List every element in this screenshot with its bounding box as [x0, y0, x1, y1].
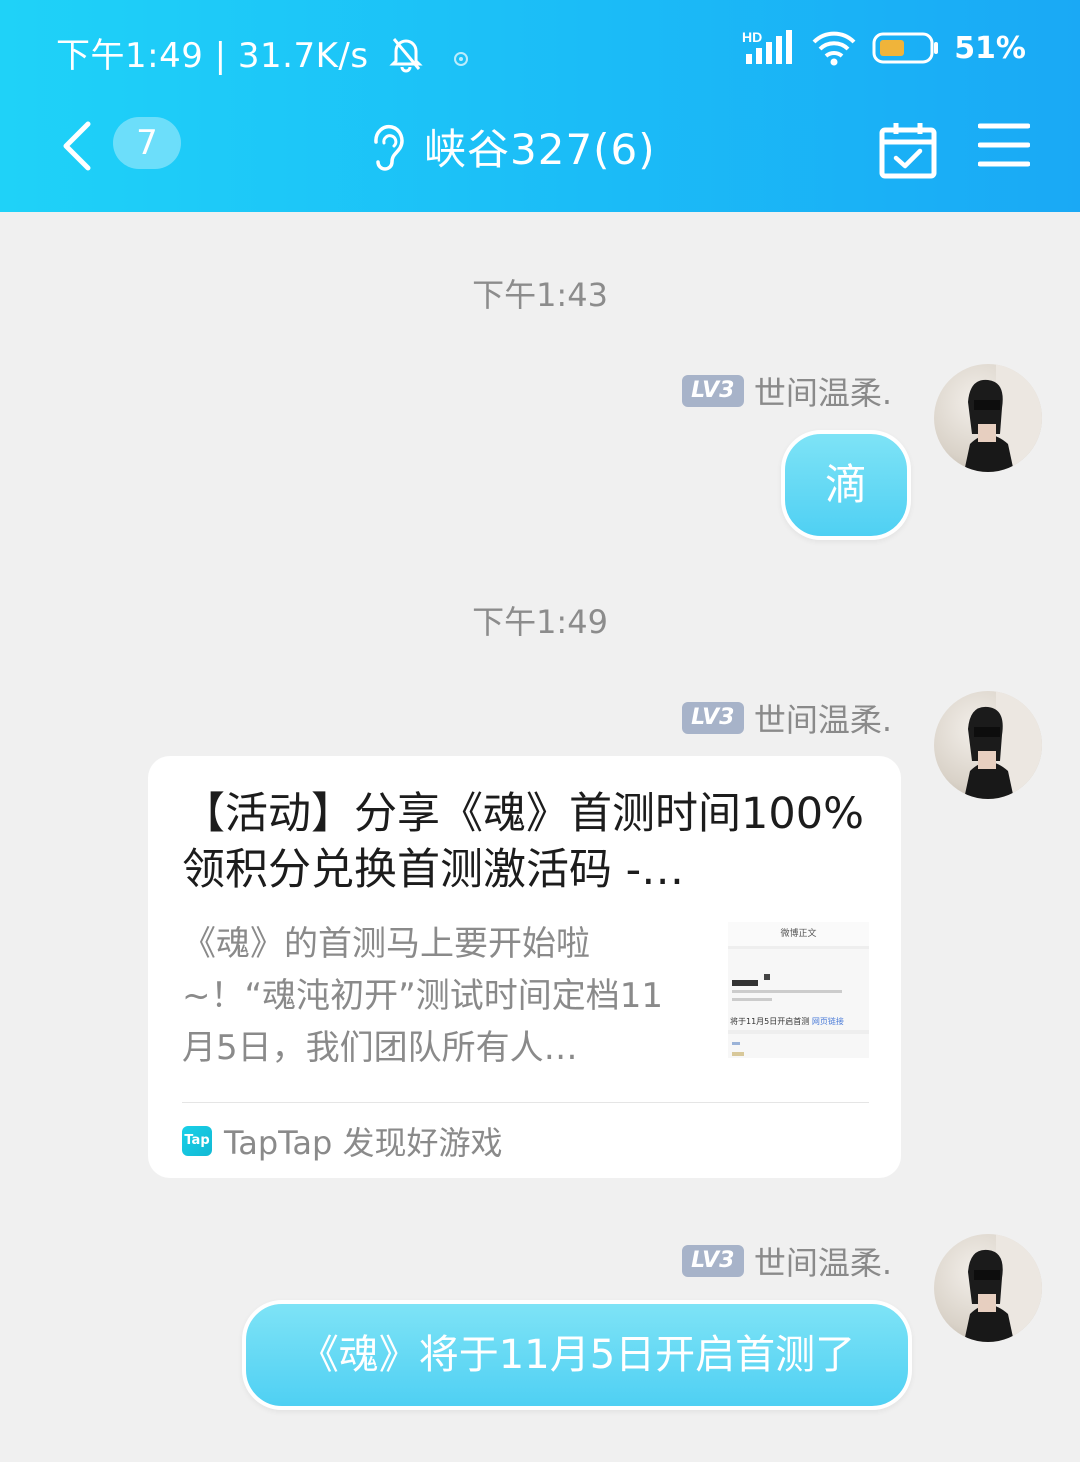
card-title: 【活动】分享《魂》首测时间100%领积分兑换首测激活码 -…: [182, 789, 864, 895]
avatar[interactable]: [934, 364, 1042, 472]
taptap-logo-icon: Tap: [182, 1126, 212, 1156]
sender-row: LV3 世间温柔.: [681, 695, 892, 741]
wifi-icon: [812, 31, 856, 66]
thumbnail-line: 将于11月5日开启首测 网页链接: [730, 1017, 844, 1026]
message-bubble[interactable]: 《魂》将于11月5日开启首测了: [242, 1300, 912, 1410]
sender-row: LV3 世间温柔.: [681, 1238, 892, 1284]
card-source-text: TapTap 发现好游戏: [224, 1124, 503, 1162]
ear-icon[interactable]: [368, 122, 410, 172]
message-timestamp: 下午1:43: [472, 276, 608, 314]
card-source: Tap TapTap 发现好游戏: [182, 1118, 503, 1164]
header: 下午1:49 | 31.7K/s HD 51% 7 峡谷327(6): [0, 0, 1080, 212]
sender-name: 世间温柔.: [753, 701, 892, 739]
card-description: 《魂》的首测马上要开始啦~！“魂沌初开”测试时间定档11月5日，我们团队所有人…: [182, 924, 663, 1068]
card-thumbnail: 微博正文 将于11月5日开启首测 网页链接: [728, 922, 869, 1058]
battery-icon: [872, 32, 939, 64]
status-bar: 下午1:49 | 31.7K/s HD 51%: [56, 24, 1026, 76]
avatar-photo: [964, 364, 1042, 472]
avatar[interactable]: [934, 1234, 1042, 1342]
message-timestamp: 下午1:49: [472, 603, 608, 641]
status-right: HD 51%: [742, 28, 1026, 68]
signal-icon: HD: [742, 29, 793, 64]
chat-title-group[interactable]: 峡谷327(6): [368, 116, 656, 177]
card-divider: [182, 1102, 869, 1103]
message-bubble[interactable]: 滴: [781, 430, 911, 540]
network-label: HD: [742, 29, 762, 45]
nfc-icon: [454, 52, 469, 66]
bell-off-icon: [389, 38, 423, 73]
avatar-photo: [964, 1234, 1042, 1342]
battery-percent: 51%: [954, 30, 1026, 66]
level-badge: LV3: [681, 1245, 744, 1277]
calendar-check-icon[interactable]: [878, 120, 938, 180]
nav-bar: 7 峡谷327(6): [0, 108, 1080, 184]
status-time-speed: 下午1:49 | 31.7K/s: [56, 36, 369, 76]
chat-title: 峡谷327(6): [424, 125, 656, 174]
thumbnail-header: 微博正文: [728, 922, 869, 949]
avatar[interactable]: [934, 691, 1042, 799]
status-left: 下午1:49 | 31.7K/s: [56, 28, 471, 77]
back-icon[interactable]: [58, 118, 98, 174]
menu-icon[interactable]: [978, 122, 1030, 168]
unread-count-badge[interactable]: 7: [113, 117, 181, 169]
sender-row: LV3 世间温柔.: [681, 368, 892, 414]
level-badge: LV3: [681, 702, 744, 734]
level-badge: LV3: [681, 375, 744, 407]
sender-name: 世间温柔.: [753, 374, 892, 412]
avatar-photo: [964, 691, 1042, 799]
shared-link-card[interactable]: 【活动】分享《魂》首测时间100%领积分兑换首测激活码 -… 《魂》的首测马上要…: [148, 756, 901, 1178]
sender-name: 世间温柔.: [753, 1244, 892, 1282]
